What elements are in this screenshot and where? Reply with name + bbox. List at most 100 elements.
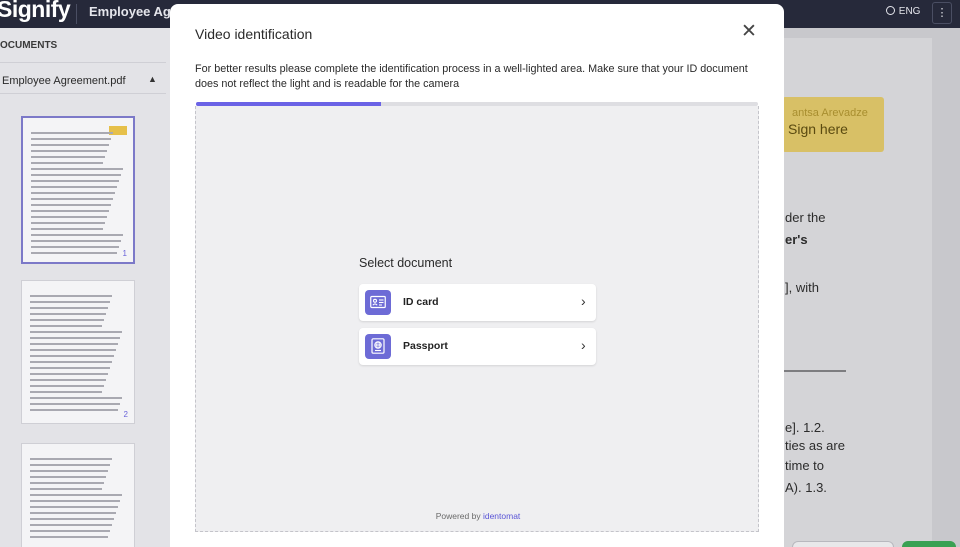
thumbnail-line bbox=[30, 379, 106, 381]
identomat-link[interactable]: identomat bbox=[483, 511, 520, 521]
sidebar-file-item[interactable]: Employee Agreement.pdf ▲ bbox=[0, 70, 166, 94]
chevron-right-icon: › bbox=[581, 337, 586, 353]
passport-option[interactable]: Passport › bbox=[359, 328, 596, 365]
language-label: ENG bbox=[898, 6, 921, 17]
thumbnail-line bbox=[31, 162, 103, 164]
sign-here-label: Sign here bbox=[788, 121, 848, 137]
thumbnail-line bbox=[31, 234, 123, 236]
sidebar-heading: OCUMENTS bbox=[0, 40, 58, 51]
app-logo: Signify bbox=[0, 0, 71, 22]
page-thumbnail[interactable] bbox=[21, 443, 135, 547]
thumbnail-line bbox=[30, 385, 104, 387]
vertical-dots-icon: ⋮ bbox=[936, 7, 948, 19]
thumbnail-line bbox=[31, 228, 103, 230]
select-document-heading: Select document bbox=[359, 256, 453, 270]
thumbnail-line bbox=[31, 138, 111, 140]
thumbnail-line bbox=[30, 524, 112, 526]
thumbnail-line bbox=[30, 337, 120, 339]
thumbnail-line bbox=[30, 494, 122, 496]
thumbnail-line bbox=[31, 150, 107, 152]
thumbnail-line bbox=[30, 488, 102, 490]
powered-by-prefix: Powered by bbox=[435, 511, 483, 521]
thumbnail-line bbox=[31, 198, 113, 200]
thumbnail-line bbox=[31, 222, 105, 224]
thumbnail-line bbox=[31, 156, 105, 158]
thumbnail-line bbox=[30, 458, 112, 460]
thumbnail-line bbox=[30, 361, 112, 363]
document-text-fragment: ties as are bbox=[785, 438, 845, 453]
thumbnail-line bbox=[30, 319, 104, 321]
thumbnail-line bbox=[31, 180, 119, 182]
globe-icon bbox=[886, 6, 895, 15]
close-button[interactable]: ✕ bbox=[738, 21, 760, 43]
powered-by: Powered by identomat bbox=[196, 511, 760, 521]
sidebar-divider bbox=[0, 62, 166, 63]
thumbnail-line bbox=[31, 210, 109, 212]
document-rule bbox=[784, 370, 846, 372]
thumbnail-line bbox=[30, 295, 112, 297]
language-selector[interactable]: ENG bbox=[886, 6, 920, 17]
thumbnail-line bbox=[30, 325, 102, 327]
thumbnail-line bbox=[30, 403, 120, 405]
thumbnail-line bbox=[30, 530, 110, 532]
thumbnail-line bbox=[31, 192, 115, 194]
thumbnail-line bbox=[31, 216, 107, 218]
thumbnail-line bbox=[30, 409, 118, 411]
finish-button[interactable] bbox=[902, 541, 956, 547]
thumbnail-line bbox=[30, 464, 110, 466]
thumbnail-line bbox=[30, 391, 102, 393]
thumbnail-line bbox=[31, 246, 119, 248]
close-icon: ✕ bbox=[741, 21, 757, 42]
id-card-option[interactable]: ID card › bbox=[359, 284, 596, 321]
top-divider bbox=[76, 4, 77, 24]
modal-title: Video identification bbox=[195, 26, 313, 42]
document-text-fragment: ], with bbox=[785, 280, 819, 295]
document-text-fragment: e]. 1.2. bbox=[785, 420, 825, 435]
thumbnail-line bbox=[30, 506, 118, 508]
document-text-fragment: der the bbox=[785, 210, 826, 225]
thumbnail-line bbox=[30, 331, 122, 333]
video-identification-modal: Video identification ✕ For better result… bbox=[170, 4, 784, 547]
thumbnail-line bbox=[31, 132, 113, 134]
thumbnail-line bbox=[30, 349, 116, 351]
thumbnail-line bbox=[31, 240, 121, 242]
page-thumbnail[interactable]: 2 bbox=[21, 280, 135, 424]
chevron-up-icon: ▲ bbox=[148, 74, 157, 84]
thumbnail-line bbox=[30, 470, 108, 472]
sidebar-file-label: Employee Agreement.pdf bbox=[2, 75, 126, 87]
signer-name: antsa Arevadze bbox=[792, 107, 868, 119]
thumbnail-line bbox=[31, 204, 111, 206]
thumbnail-line bbox=[31, 252, 117, 254]
document-text-fragment: time to bbox=[785, 458, 825, 473]
thumbnail-line bbox=[30, 373, 108, 375]
thumbnail-line bbox=[31, 168, 123, 170]
id-card-label: ID card bbox=[403, 296, 439, 308]
thumbnail-line bbox=[30, 355, 114, 357]
passport-label: Passport bbox=[403, 340, 448, 352]
thumbnail-line bbox=[31, 144, 109, 146]
document-text-fragment: er's bbox=[785, 232, 808, 247]
thumbnail-line bbox=[30, 307, 108, 309]
thumbnail-line bbox=[30, 313, 106, 315]
thumbnail-line bbox=[30, 512, 116, 514]
document-text-fragment: A). 1.3. bbox=[785, 480, 827, 495]
chevron-right-icon: › bbox=[581, 293, 586, 309]
thumbnail-line bbox=[30, 301, 110, 303]
thumbnail-line bbox=[31, 174, 121, 176]
thumbnail-line bbox=[30, 343, 118, 345]
more-menu-button[interactable]: ⋮ bbox=[932, 2, 952, 24]
page-thumbnail[interactable]: 1 bbox=[21, 116, 135, 264]
passport-icon bbox=[365, 334, 391, 359]
thumbnail-line bbox=[30, 476, 106, 478]
page-number: 1 bbox=[122, 249, 127, 258]
thumbnail-line bbox=[30, 367, 110, 369]
modal-instructions: For better results please complete the i… bbox=[195, 63, 748, 90]
thumbnail-line bbox=[31, 186, 117, 188]
id-card-icon bbox=[365, 290, 391, 315]
thumbnail-line bbox=[30, 536, 108, 538]
bottom-button[interactable] bbox=[792, 541, 894, 547]
thumbnail-line bbox=[30, 500, 120, 502]
page-number: 2 bbox=[123, 410, 128, 419]
thumbnail-line bbox=[30, 397, 122, 399]
thumbnail-line bbox=[30, 518, 114, 520]
